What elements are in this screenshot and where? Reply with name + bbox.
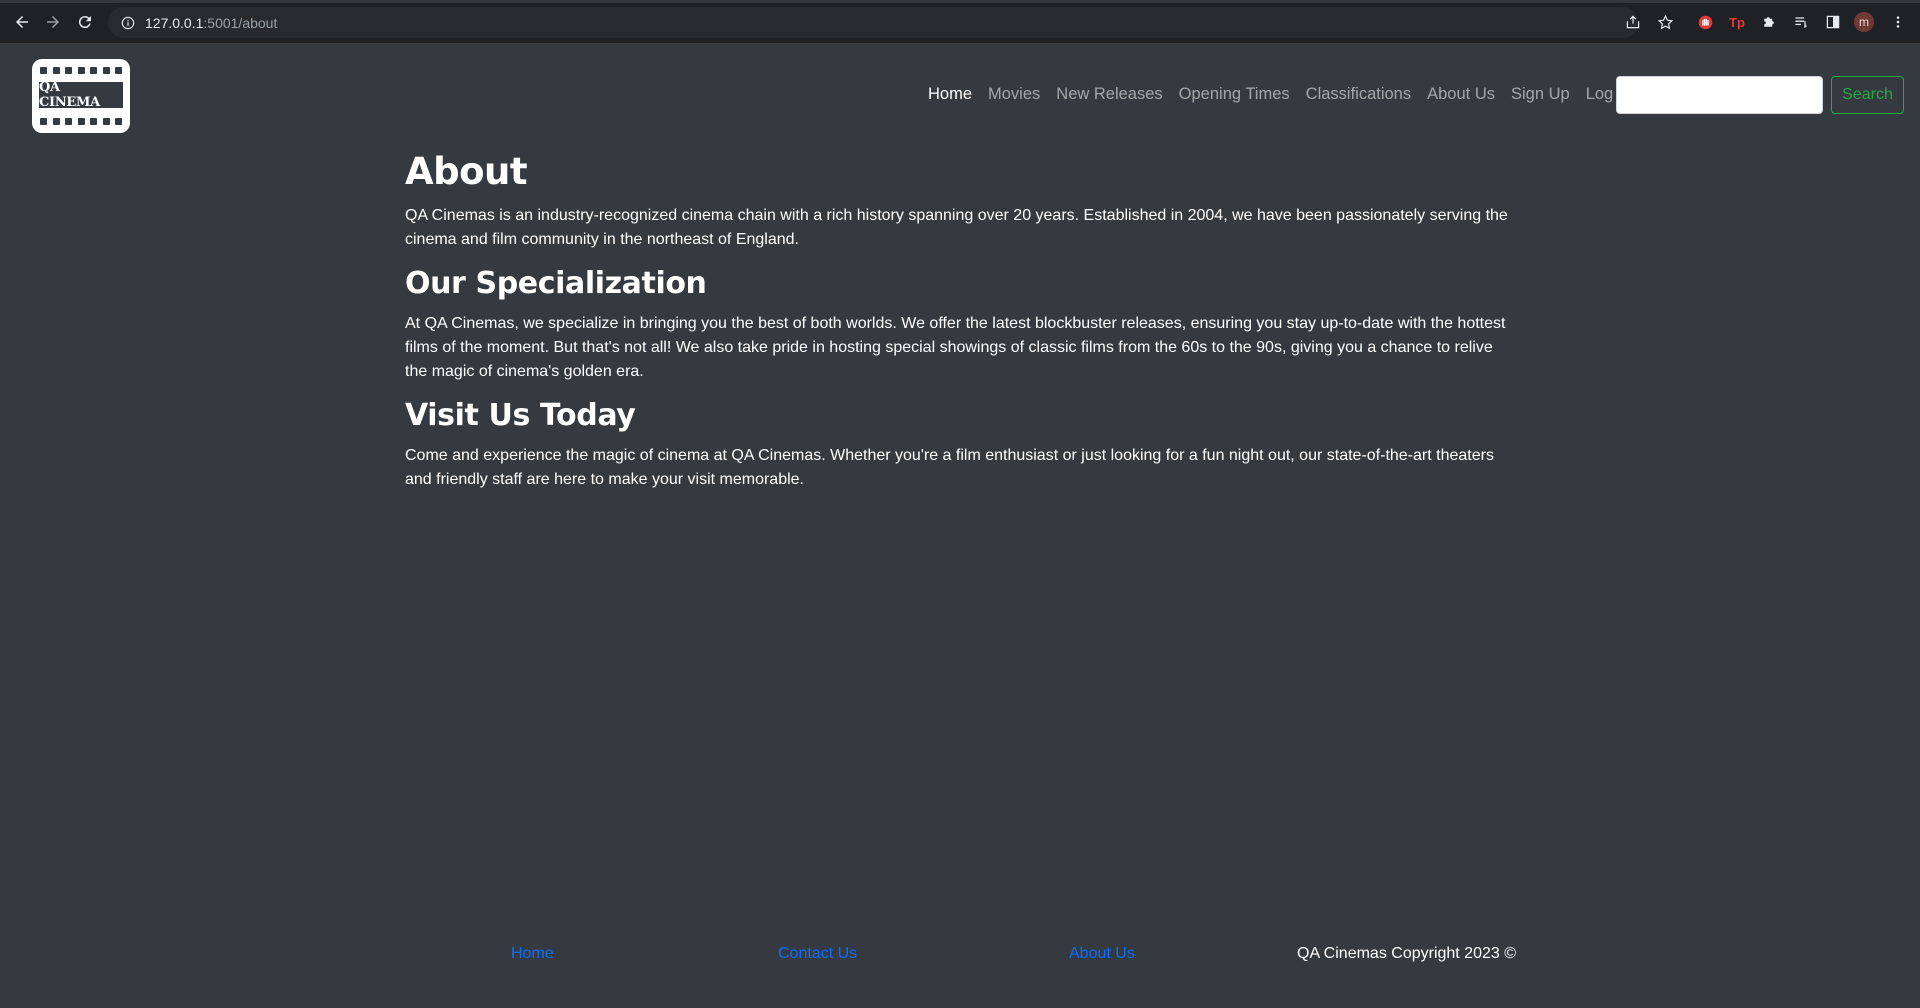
back-button[interactable] [10,10,34,34]
specialization-heading: Our Specialization [405,266,707,301]
nav-about-us[interactable]: About Us [1427,85,1495,104]
profile-avatar[interactable]: m [1854,12,1874,32]
qa-cinema-logo[interactable]: QA CINEMA [32,59,130,133]
nav-movies[interactable]: Movies [988,85,1040,104]
about-content: About QA Cinemas is an industry-recogniz… [405,148,1515,492]
intro-paragraph: QA Cinemas is an industry-recognized cin… [405,207,1508,248]
visit-paragraph: Come and experience the magic of cinema … [405,447,1494,488]
forward-button[interactable] [41,10,65,34]
footer-copyright: QA Cinemas Copyright 2023 © [1297,945,1517,962]
film-holes-bottom [40,118,122,125]
arrow-right-icon [47,16,59,28]
visit-heading: Visit Us Today [405,398,636,433]
reading-list-icon[interactable] [1791,12,1811,32]
page-title: About [405,150,528,193]
site-info-icon[interactable] [120,15,136,31]
nav-classifications[interactable]: Classifications [1306,85,1411,104]
arrow-left-icon [16,16,28,28]
nav-home[interactable]: Home [928,85,972,104]
url-host: 127.0.0.1 [145,14,204,31]
share-icon[interactable] [1623,12,1643,32]
site-footer: Home Contact Us About Us QA Cinemas Copy… [0,945,1920,969]
url-path: :5001/about [203,14,278,31]
reload-icon [78,16,91,29]
reload-button[interactable] [73,10,97,34]
tab-strip-edge [0,0,1920,3]
logo-text: QA CINEMA [39,80,123,110]
ad-block-extension-icon[interactable] [1695,12,1715,32]
footer-home-link[interactable]: Home [511,945,554,963]
nav-sign-up[interactable]: Sign Up [1511,85,1570,104]
nav-links: Home Movies New Releases Opening Times C… [928,85,1648,104]
url-text: 127.0.0.1:5001/about [145,15,277,31]
film-holes-top [40,67,122,74]
kebab-menu-icon[interactable] [1888,12,1908,32]
address-bar[interactable]: 127.0.0.1:5001/about [108,7,1638,38]
nav-new-releases[interactable]: New Releases [1056,85,1162,104]
footer-contact-link[interactable]: Contact Us [778,945,857,963]
search-input[interactable] [1616,76,1823,114]
specialization-paragraph: At QA Cinemas, we specialize in bringing… [405,315,1506,380]
nav-opening-times[interactable]: Opening Times [1179,85,1290,104]
browser-toolbar: 127.0.0.1:5001/about Tp m [0,0,1920,44]
extensions-puzzle-icon[interactable] [1759,12,1779,32]
footer-about-link[interactable]: About Us [1069,945,1135,963]
side-panel-icon[interactable] [1823,12,1843,32]
bookmark-star-icon[interactable] [1655,12,1675,32]
search-button[interactable]: Search [1831,76,1904,114]
site-navbar: QA CINEMA Home Movies New Releases Openi… [0,45,1920,145]
tp-extension-icon[interactable]: Tp [1727,12,1747,32]
